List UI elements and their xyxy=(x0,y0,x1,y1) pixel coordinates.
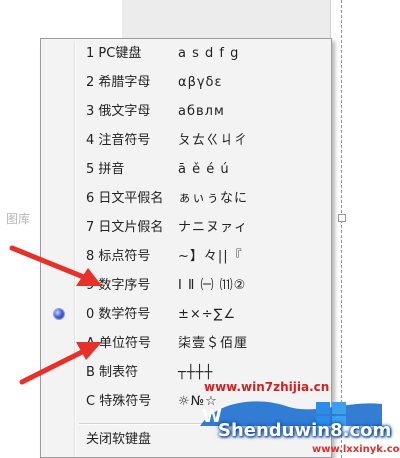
menu-item-greek[interactable]: 2 希腊字母 αβγδε xyxy=(43,72,329,94)
gallery-label: 图库 xyxy=(6,212,31,226)
menu-item-math-symbols[interactable]: 0 数学符号 ±×÷∑∠ xyxy=(43,304,329,326)
watermark-site-1: www.win7zhijia.cn xyxy=(204,380,330,394)
menu-item-russian[interactable]: 3 俄文字母 абвлм xyxy=(43,101,329,123)
red-arrow-icon xyxy=(19,342,102,385)
menu-item-label: 5 拼音 xyxy=(86,162,125,177)
menu-item-hiragana[interactable]: 6 日文平假名 ぁぃぅなに xyxy=(43,188,329,210)
menu-item-pinyin[interactable]: 5 拼音 ā ě é ú xyxy=(43,159,329,181)
menu-item-sample: ナニヌァィ xyxy=(178,220,249,235)
menu-item-sample: 柒壹＄佰厘 xyxy=(178,336,249,351)
menu-item-label: 6 日文平假名 xyxy=(86,191,164,206)
menu-item-sample: ±×÷∑∠ xyxy=(178,307,237,322)
menu-item-sample: ~】々||『 xyxy=(178,249,243,264)
selected-radio-icon xyxy=(54,309,64,319)
watermark-site-2: Shenduwin8.com xyxy=(218,420,392,441)
menu-item-sample: Ⅰ Ⅱ ㈠ ⑾② xyxy=(178,278,247,293)
menu-item-label: 2 希腊字母 xyxy=(86,75,151,90)
menu-item-sample: ぁぃぅなに xyxy=(178,191,249,206)
menu-item-sample: αβγδε xyxy=(178,75,223,90)
menu-item-label: 0 数学符号 xyxy=(86,307,151,322)
resize-handle[interactable] xyxy=(338,214,346,222)
menu-item-label: 4 注音符号 xyxy=(86,133,151,148)
menu-item-label: 7 日文片假名 xyxy=(86,220,164,235)
selection-guide-line xyxy=(341,0,342,458)
watermark-site-3: www.lxxinyk.com xyxy=(312,444,400,455)
menu-item-zhuyin[interactable]: 4 注音符号 ㄆㄊㄍㄐㄔ xyxy=(43,130,329,152)
menu-item-label: 1 PC键盘 xyxy=(86,46,142,61)
menu-item-sample: ā ě é ú xyxy=(178,162,230,177)
menu-item-katakana[interactable]: 7 日文片假名 ナニヌァィ xyxy=(43,217,329,239)
menu-item-sample: ㄆㄊㄍㄐㄔ xyxy=(178,133,249,148)
menu-item-sample: абвлм xyxy=(178,104,225,119)
menu-item-label: 关闭软键盘 xyxy=(86,432,152,447)
menu-item-label: 3 俄文字母 xyxy=(86,104,151,119)
red-arrow-icon xyxy=(9,245,102,286)
menu-item-pc-keyboard[interactable]: 1 PC键盘 a s d f g xyxy=(43,43,329,65)
menu-item-sample: a s d f g xyxy=(178,46,240,61)
menu-item-label: C 特殊符号 xyxy=(86,394,152,409)
